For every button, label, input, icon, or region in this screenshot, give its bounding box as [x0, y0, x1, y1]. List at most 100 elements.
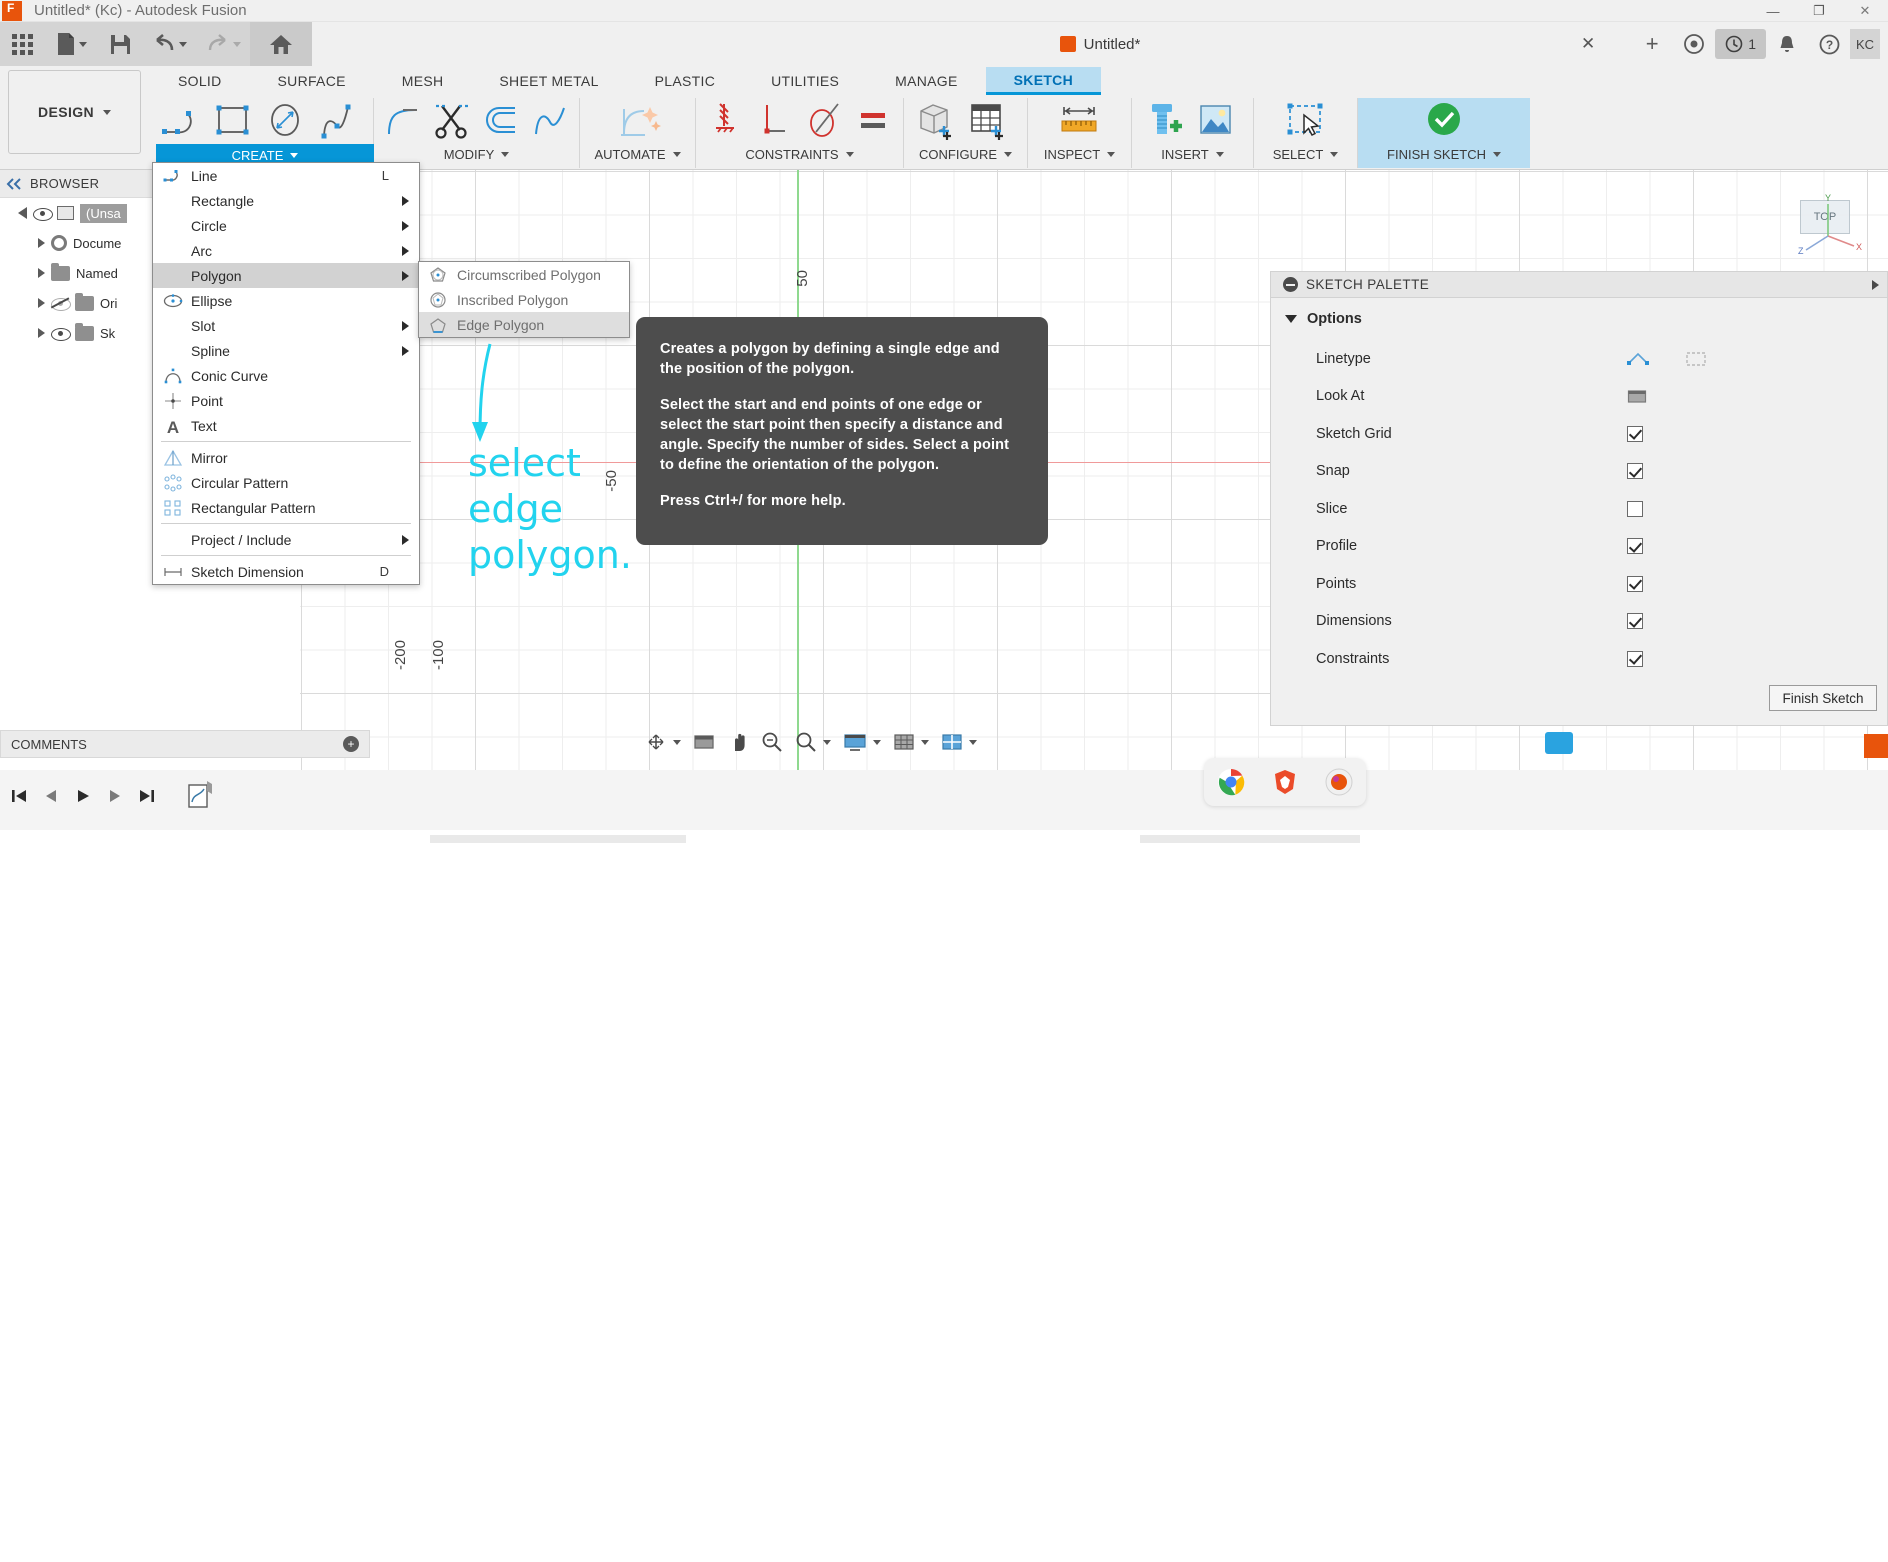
palette-row-slice[interactable]: Slice — [1271, 490, 1887, 528]
dimensions-checkbox[interactable] — [1627, 613, 1643, 630]
palette-row-profile[interactable]: Profile — [1271, 528, 1887, 566]
chrome-app-icon[interactable] — [1216, 767, 1246, 797]
step-back-button[interactable] — [36, 778, 66, 814]
jump-to-start-button[interactable] — [4, 778, 34, 814]
notifications-button[interactable] — [1766, 22, 1808, 66]
tab-utilities[interactable]: UTILITIES — [743, 67, 867, 95]
comments-bar[interactable]: COMMENTS + — [0, 730, 370, 758]
viewports-button[interactable] — [936, 727, 982, 757]
expand-arrow-icon[interactable] — [1872, 279, 1879, 290]
linetype-construction-icon[interactable] — [1685, 350, 1707, 368]
menu-item-line[interactable]: Line L — [153, 163, 419, 188]
jump-to-end-button[interactable] — [132, 778, 162, 814]
snap-checkbox[interactable] — [1627, 463, 1643, 480]
app-grid-button[interactable] — [0, 24, 44, 64]
orange-corner-tab[interactable] — [1864, 734, 1888, 758]
job-status-button[interactable]: 1 — [1715, 29, 1766, 59]
orbit-button[interactable] — [640, 727, 686, 757]
tab-sketch[interactable]: SKETCH — [985, 67, 1101, 95]
palette-row-snap[interactable]: Snap — [1271, 453, 1887, 491]
document-tab[interactable]: Untitled* — [1059, 36, 1140, 53]
finish-sketch-palette-button[interactable]: Finish Sketch — [1769, 685, 1877, 711]
panel-automate-label[interactable]: AUTOMATE — [586, 142, 689, 166]
add-comment-icon[interactable]: + — [343, 736, 359, 752]
palette-row-dimensions[interactable]: Dimensions — [1271, 603, 1887, 641]
sketch-grid-checkbox[interactable] — [1627, 425, 1643, 442]
fix-constraint-button[interactable] — [702, 98, 749, 142]
curvature-tool-button[interactable] — [526, 98, 573, 142]
automate-tool-button[interactable] — [609, 98, 667, 142]
visibility-icon[interactable] — [33, 206, 53, 221]
add-tab-button[interactable]: + — [1631, 22, 1673, 66]
menu-item-spline[interactable]: Spline — [153, 338, 419, 363]
panel-constraints-label[interactable]: CONSTRAINTS — [702, 142, 897, 166]
workspace-switcher[interactable]: DESIGN — [8, 70, 141, 154]
palette-row-linetype[interactable]: Linetype — [1271, 340, 1887, 378]
help-button[interactable]: ? — [1808, 22, 1850, 66]
close-button[interactable]: ✕ — [1842, 0, 1888, 22]
circle-tool-button[interactable] — [260, 98, 310, 142]
panel-finish-label[interactable]: FINISH SKETCH — [1364, 142, 1524, 166]
redo-button[interactable] — [196, 24, 250, 64]
configure-table-button[interactable] — [962, 98, 1012, 142]
linetype-normal-icon[interactable] — [1627, 350, 1649, 368]
menu-item-text[interactable]: A Text — [153, 413, 419, 438]
tab-solid[interactable]: SOLID — [150, 67, 250, 95]
menu-item-polygon[interactable]: Polygon — [153, 263, 419, 288]
trim-tool-button[interactable] — [429, 98, 476, 142]
constraints-checkbox[interactable] — [1627, 650, 1643, 667]
tab-sheet-metal[interactable]: SHEET METAL — [471, 67, 626, 95]
insert-mcmaster-button[interactable] — [1138, 98, 1188, 142]
rectangle-tool-button[interactable] — [208, 98, 258, 142]
tab-plastic[interactable]: PLASTIC — [627, 67, 743, 95]
tangent-constraint-button[interactable] — [801, 98, 848, 142]
step-forward-button[interactable] — [100, 778, 130, 814]
expand-triangle-icon[interactable] — [38, 298, 45, 308]
palette-row-points[interactable]: Points — [1271, 565, 1887, 603]
minimize-button[interactable]: — — [1750, 0, 1796, 22]
expand-triangle-icon[interactable] — [18, 207, 27, 219]
tab-mesh[interactable]: MESH — [374, 67, 472, 95]
points-checkbox[interactable] — [1627, 575, 1643, 592]
zoom-button[interactable] — [756, 727, 788, 757]
menu-item-circle[interactable]: Circle — [153, 213, 419, 238]
collapse-left-icon[interactable] — [6, 177, 22, 190]
menu-item-ellipse[interactable]: Ellipse — [153, 288, 419, 313]
menu-item-rectangular-pattern[interactable]: Rectangular Pattern — [153, 495, 419, 520]
visibility-off-icon[interactable] — [50, 296, 71, 311]
new-document-button[interactable] — [44, 24, 98, 64]
menu-item-conic-curve[interactable]: Conic Curve — [153, 363, 419, 388]
submenu-item-inscribed-polygon[interactable]: Inscribed Polygon — [419, 287, 629, 312]
panel-configure-label[interactable]: CONFIGURE — [910, 142, 1021, 166]
slice-checkbox[interactable] — [1627, 500, 1643, 517]
brave-app-icon[interactable] — [1270, 767, 1300, 797]
profile-checkbox[interactable] — [1627, 538, 1643, 555]
fillet-tool-button[interactable] — [380, 98, 427, 142]
tab-manage[interactable]: MANAGE — [867, 67, 985, 95]
expand-triangle-icon[interactable] — [38, 238, 45, 248]
spline-tool-button[interactable] — [312, 98, 362, 142]
line-tool-button[interactable] — [156, 98, 206, 142]
panel-insert-label[interactable]: INSERT — [1138, 142, 1247, 166]
fusion-app-icon[interactable] — [1324, 767, 1354, 797]
menu-item-arc[interactable]: Arc — [153, 238, 419, 263]
finish-sketch-button[interactable] — [1415, 98, 1473, 142]
configure-model-button[interactable] — [910, 98, 960, 142]
expand-triangle-icon[interactable] — [38, 328, 45, 338]
expand-triangle-icon[interactable] — [38, 268, 45, 278]
select-tool-button[interactable] — [1277, 98, 1335, 142]
offset-tool-button[interactable] — [478, 98, 525, 142]
menu-item-circular-pattern[interactable]: Circular Pattern — [153, 470, 419, 495]
panel-select-label[interactable]: SELECT — [1260, 142, 1351, 166]
sketch-palette-options-section[interactable]: Options — [1271, 298, 1887, 340]
sketch-palette-header[interactable]: SKETCH PALETTE — [1271, 272, 1887, 298]
zoom-window-button[interactable] — [790, 727, 836, 757]
save-button[interactable] — [98, 24, 142, 64]
submenu-item-circumscribed-polygon[interactable]: Circumscribed Polygon — [419, 262, 629, 287]
palette-row-sketch-grid[interactable]: Sketch Grid — [1271, 415, 1887, 453]
insert-canvas-button[interactable] — [1190, 98, 1240, 142]
look-at-icon[interactable] — [1627, 388, 1647, 405]
extensions-button[interactable] — [1673, 22, 1715, 66]
measure-tool-button[interactable] — [1051, 98, 1109, 142]
panel-inspect-label[interactable]: INSPECT — [1034, 142, 1125, 166]
